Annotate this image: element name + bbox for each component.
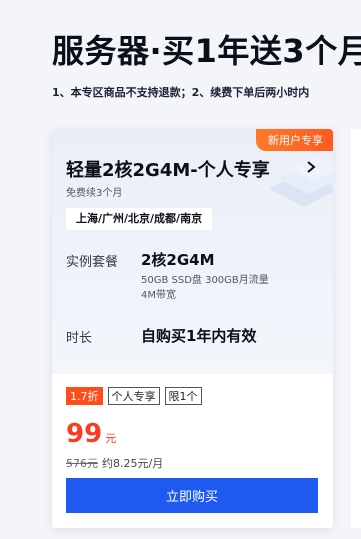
- package-value: 2核2G4M: [141, 251, 215, 269]
- package-detail-1: 50GB SSD盘 300GB月流量: [141, 275, 269, 286]
- original-price: 576元: [66, 457, 98, 470]
- package-label: 实例套餐: [66, 255, 119, 270]
- page-headline: 服务器·买1年送3个月: [52, 32, 361, 70]
- chevron-right-icon[interactable]: [303, 157, 319, 177]
- price-unit: 元: [105, 432, 117, 445]
- price-value: 99: [66, 419, 103, 449]
- renew-note: 免费续3个月: [66, 188, 123, 199]
- tag-list: 1.7折 个人专享 限1个: [66, 387, 202, 405]
- discount-tag: 1.7折: [66, 387, 103, 405]
- duration-label: 时长: [66, 331, 93, 346]
- new-user-badge: 新用户专享: [256, 129, 333, 151]
- monthly-price: 约8.25元/月: [102, 457, 164, 470]
- package-detail-2: 4M带宽: [141, 290, 176, 301]
- price: 99 元: [66, 419, 116, 449]
- personal-tag: 个人专享: [107, 387, 160, 405]
- limit-tag: 限1个: [164, 387, 202, 405]
- plan-title[interactable]: 轻量2核2G4M-个人专享: [66, 156, 270, 182]
- buy-now-button[interactable]: 立即购买: [66, 478, 318, 513]
- region-list: 上海/广州/北京/成都/南京: [66, 208, 213, 230]
- next-card-edge: [351, 129, 361, 528]
- notice-text: 1、本专区商品不支持退款；2、续费下单后两小时内: [52, 86, 310, 99]
- original-price-line: 576元 约8.25元/月: [66, 455, 163, 471]
- duration-value: 自购买1年内有效: [141, 327, 257, 345]
- product-card[interactable]: 新用户专享 轻量2核2G4M-个人专享 免费续3个月 上海/广州/北京/成都/南…: [52, 129, 333, 528]
